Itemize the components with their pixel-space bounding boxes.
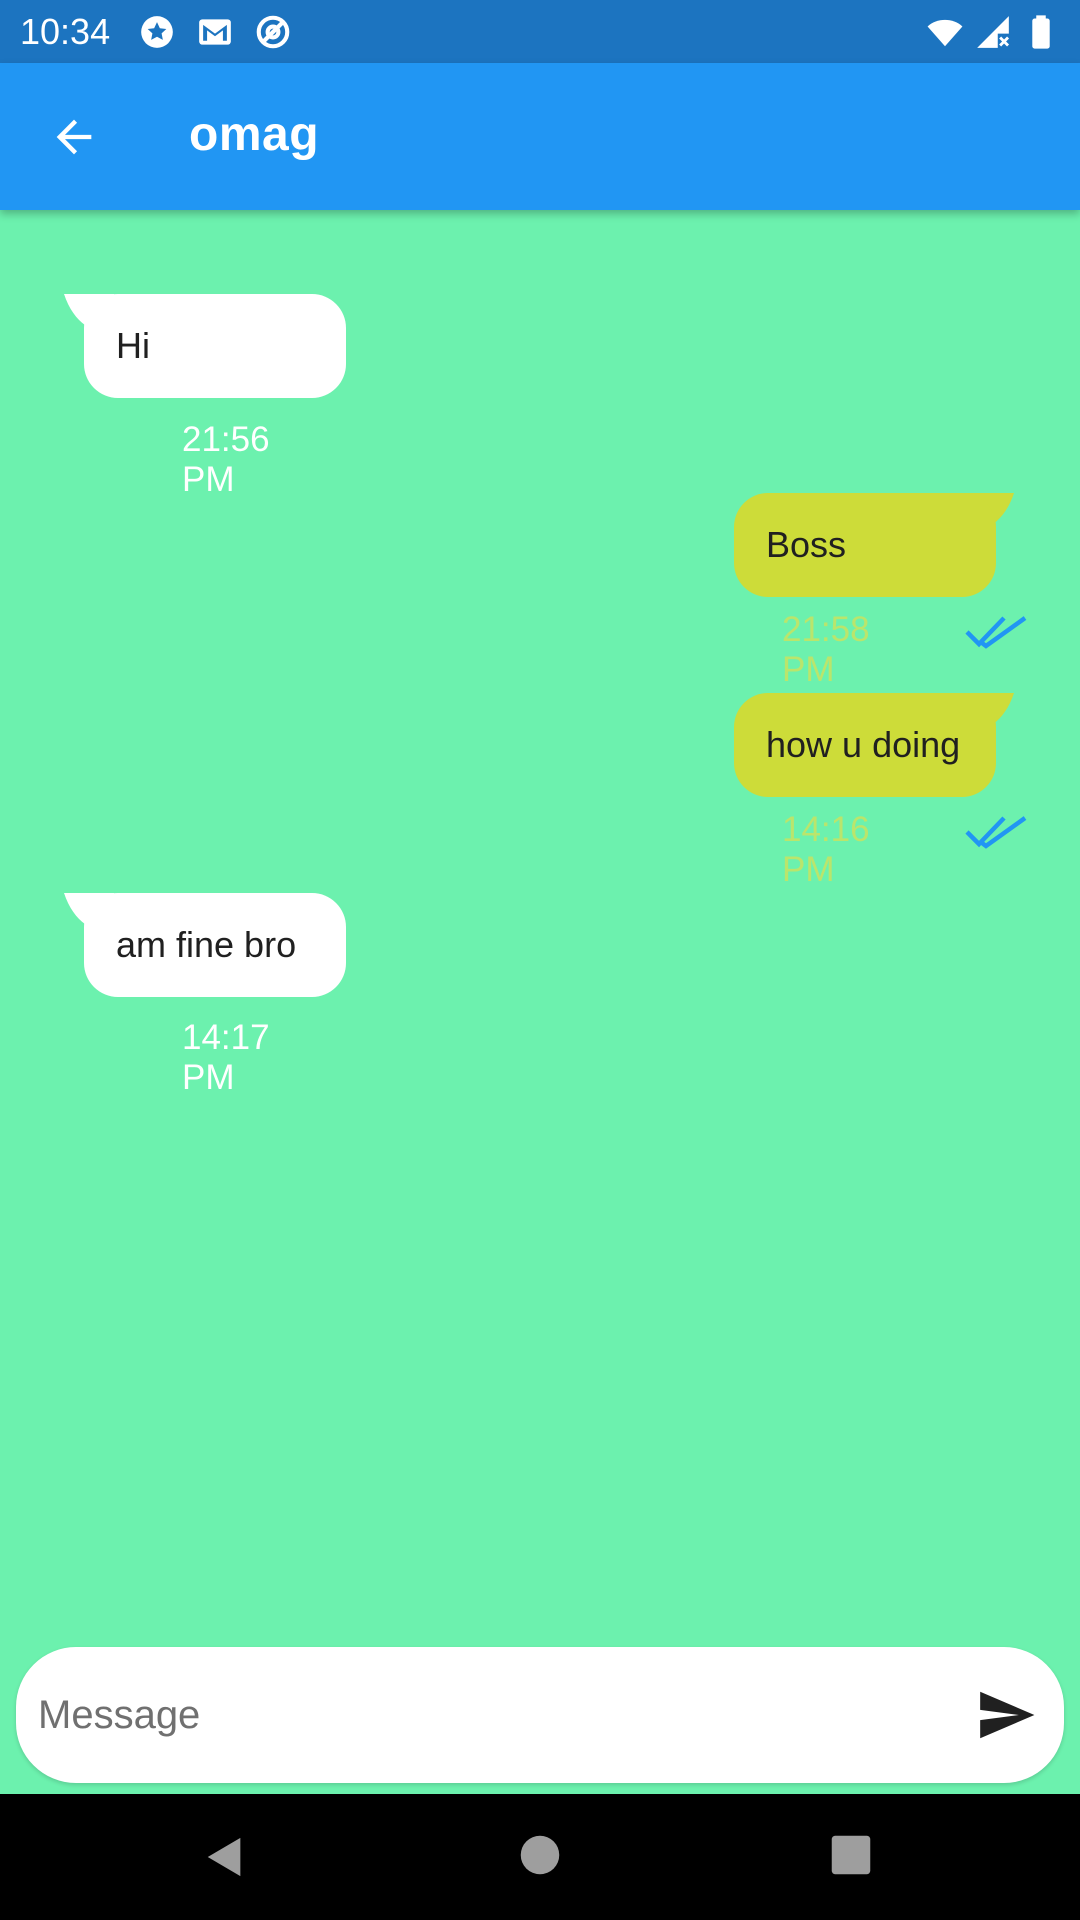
system-nav-bar (0, 1794, 1080, 1920)
message-bubble[interactable]: Hi (84, 294, 346, 398)
app-bar: omag (0, 63, 1080, 210)
send-button[interactable] (966, 1675, 1046, 1755)
at-sign-icon (256, 15, 290, 48)
message-text: Hi (116, 325, 150, 366)
chat-title: omag (189, 108, 320, 161)
send-icon (980, 1691, 1035, 1739)
star-badge-icon (141, 15, 173, 48)
message-text: am fine bro (116, 924, 297, 965)
status-left-icons (138, 13, 292, 51)
message-text: how u doing (766, 724, 961, 765)
message-time: 21:58 PM (782, 610, 870, 689)
signal-icon (977, 15, 1010, 48)
message-text: Boss (766, 524, 847, 565)
gmail-icon (199, 18, 231, 45)
message-bubble[interactable]: Boss (734, 493, 996, 597)
message-time: 14:17 PM (182, 1018, 270, 1097)
status-right-icons (926, 13, 1060, 51)
message-list[interactable]: Hi 21:56 PM Boss 21:58 PM how u doing 14… (0, 210, 1080, 1640)
status-time: 10:34 (20, 10, 111, 52)
back-triangle-icon[interactable] (202, 1834, 248, 1880)
recents-square-icon[interactable] (830, 1834, 872, 1876)
arrow-back-icon (56, 119, 92, 155)
wifi-icon (927, 19, 963, 46)
status-bar: 10:34 (0, 0, 1080, 63)
message-time: 21:56 PM (182, 420, 270, 499)
message-composer (16, 1647, 1064, 1783)
message-bubble[interactable]: how u doing (734, 693, 996, 797)
battery-icon (1032, 14, 1050, 49)
double-check-icon (965, 816, 1027, 849)
message-bubble[interactable]: am fine bro (84, 893, 346, 997)
double-check-icon (965, 616, 1027, 649)
home-circle-icon[interactable] (519, 1834, 561, 1876)
message-input[interactable] (38, 1647, 938, 1783)
message-time: 14:16 PM (782, 810, 870, 889)
back-button[interactable] (36, 99, 112, 175)
